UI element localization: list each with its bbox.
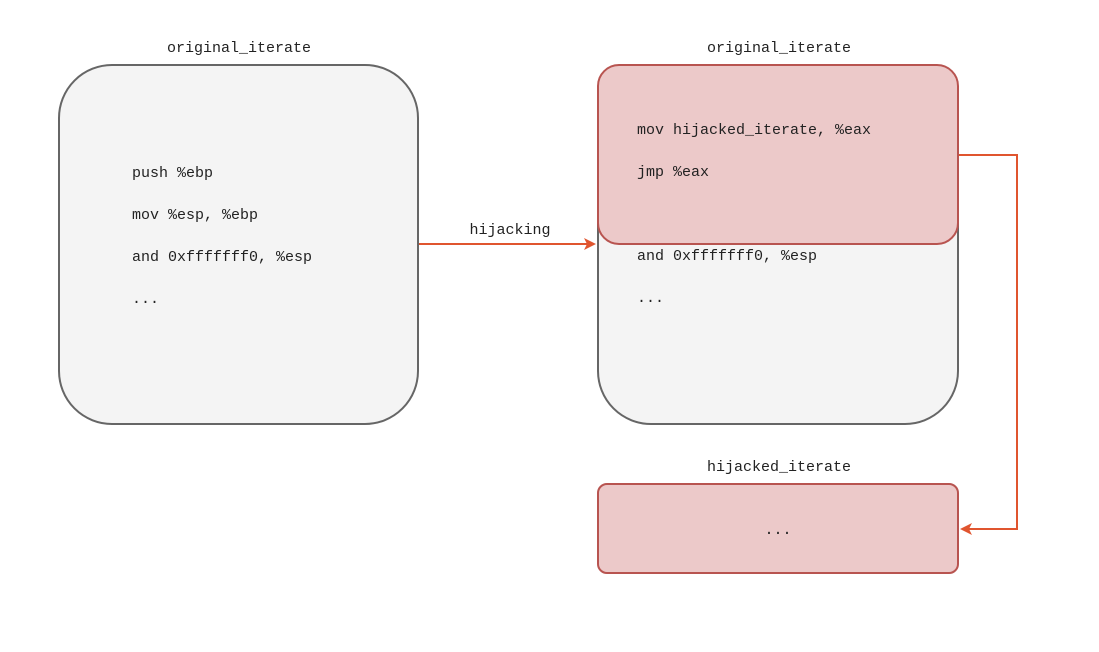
jump-arrow	[959, 154, 1018, 535]
connectors	[419, 154, 1018, 535]
